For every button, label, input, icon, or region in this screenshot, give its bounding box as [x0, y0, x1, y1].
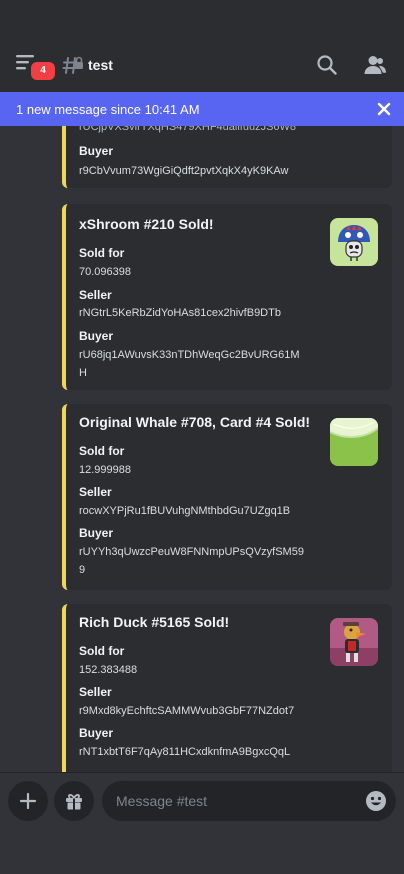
sold-for-value: 70.096398	[79, 266, 131, 278]
sold-for-label: Sold for	[79, 246, 125, 260]
emoji-button[interactable]	[364, 789, 388, 813]
seller-label: Seller	[79, 288, 112, 302]
new-messages-text: 1 new message since 10:41 AM	[16, 101, 200, 117]
sold-for-value: 12.999988	[79, 464, 131, 476]
sale-embed: Rich Duck #5165 Sold! Sold for 152.38348…	[62, 604, 392, 772]
embed-title: Rich Duck #5165 Sold!	[79, 614, 230, 630]
smiley-icon	[366, 791, 386, 811]
sale-embed: xShroom #210 Sold! Sold for 70.096398 Se…	[62, 204, 392, 390]
seller-label: Seller	[79, 485, 112, 499]
buyer-label: Buyer	[79, 329, 114, 343]
sold-for-label: Sold for	[79, 644, 125, 658]
mushroom-nft-thumbnail[interactable]	[330, 218, 378, 266]
dismiss-new-messages-button[interactable]	[376, 101, 392, 117]
unread-badge: 4	[28, 59, 58, 83]
close-icon	[377, 102, 391, 116]
sold-for-value: 152.383488	[79, 664, 138, 676]
message-feed[interactable]: rUCjpVXSvirTXqHS479XHF4uaiifuuzJS6W8 Buy…	[0, 92, 404, 772]
seller-value: rocwXYPjRu1fBUVuhgNMthbdGu7UZgq1B	[79, 505, 291, 517]
members-icon	[364, 56, 386, 74]
sale-embed: Original Whale #708, Card #4 Sold! Sold …	[62, 404, 392, 590]
gift-button[interactable]	[54, 781, 94, 821]
message-input[interactable]	[102, 781, 396, 821]
buyer-value: rNT1xbtT6F7qAy811HCxdknfmA9BgxcQqL	[79, 746, 291, 758]
seller-label: Seller	[79, 685, 112, 699]
buyer-value: rUYYh3qUwzcPeuW8FNNmpUPsQVzyfSM599	[79, 546, 304, 576]
embed-title: Original Whale #708, Card #4 Sold!	[79, 414, 311, 430]
sold-for-label: Sold for	[79, 444, 125, 458]
gift-icon	[66, 794, 82, 810]
message-composer	[0, 772, 404, 874]
seller-value: rNGtrL5KeRbZidYoHAs81cex2hivfB9DTb	[79, 307, 281, 319]
channel-header: 4 test	[0, 40, 404, 92]
plus-icon	[19, 792, 37, 810]
buyer-value: r9CbVvum73WgiGiQdft2pvtXqkX4yK9KAw	[79, 165, 289, 177]
buyer-label: Buyer	[79, 726, 114, 740]
add-attachment-button[interactable]	[8, 781, 48, 821]
member-list-button[interactable]	[362, 53, 388, 77]
buyer-value: rU68jq1AWuvsK33nTDhWeqGc2BvURG61MH	[79, 349, 300, 379]
buyer-label: Buyer	[79, 144, 114, 158]
whale-card-nft-thumbnail[interactable]	[330, 418, 378, 466]
search-button[interactable]	[315, 53, 339, 77]
duck-nft-thumbnail[interactable]	[330, 618, 378, 666]
buyer-label: Buyer	[79, 526, 114, 540]
embed-title: xShroom #210 Sold!	[79, 216, 214, 232]
new-messages-bar[interactable]: 1 new message since 10:41 AM	[0, 92, 404, 126]
status-bar	[0, 0, 404, 40]
channel-name: test	[88, 57, 113, 73]
search-icon	[317, 55, 337, 75]
locked-channel-icon	[62, 54, 84, 76]
seller-value: r9Mxd8kyEchftcSAMMWvub3GbF77NZdot7	[79, 705, 295, 717]
